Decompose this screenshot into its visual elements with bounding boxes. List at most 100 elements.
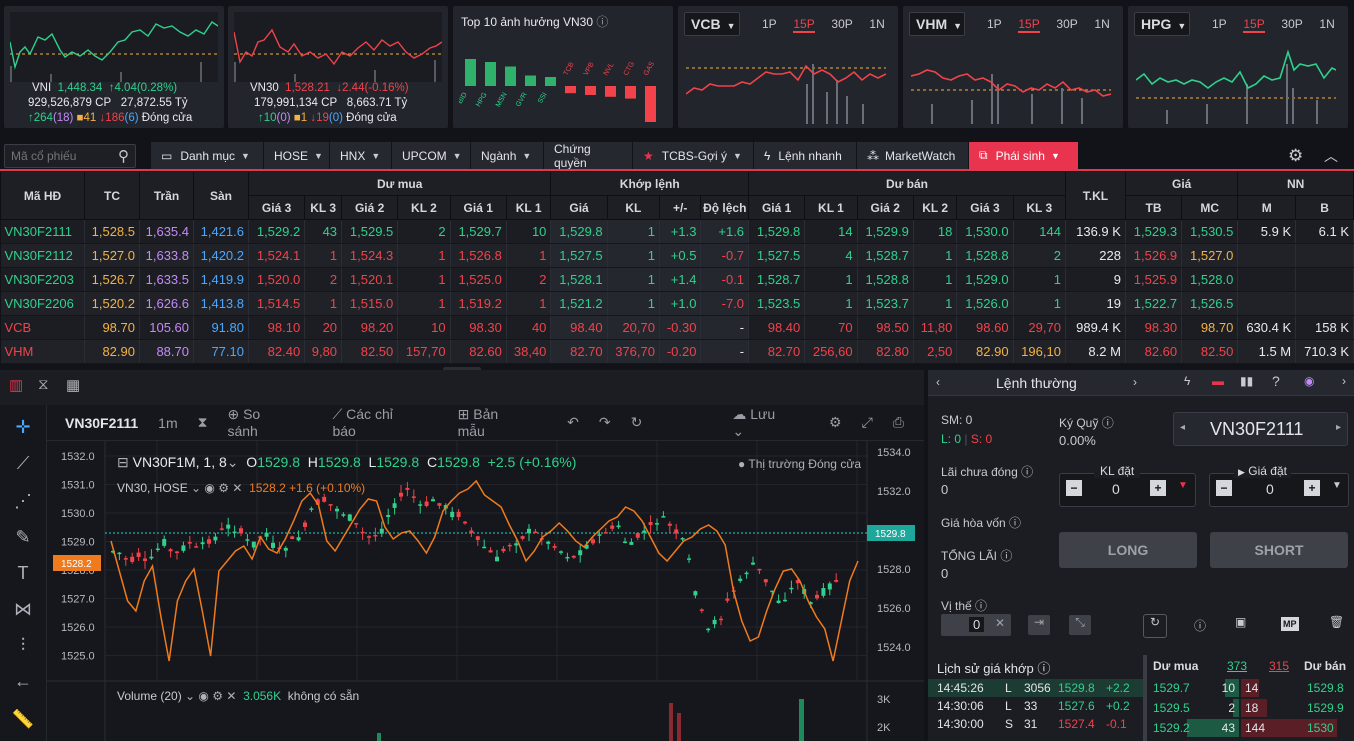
menu-chung-quyen[interactable]: Chứng quyền [544, 142, 633, 170]
menu-lenh-nhanh[interactable]: ϟ Lệnh nhanh [754, 142, 857, 169]
col-san[interactable]: Sàn [193, 171, 249, 220]
col-sub-header[interactable]: KL 3 [1012, 195, 1066, 220]
order-type-title[interactable]: Lệnh thường [996, 375, 1077, 391]
bar-chart-icon[interactable]: ▦ [66, 376, 80, 394]
fib-tool-icon[interactable]: ⋰ [8, 491, 38, 512]
tf-1p[interactable]: 1P [987, 17, 1002, 31]
col-sub-header[interactable]: MC [1181, 195, 1239, 220]
delete-trash-icon[interactable]: 🗑 [1329, 615, 1344, 629]
tf-1n[interactable]: 1N [869, 17, 884, 31]
position-input[interactable]: 0 ✕ [941, 614, 1011, 636]
col-sub-header[interactable]: Giá 2 [856, 195, 914, 220]
col-sub-header[interactable]: Giá 3 [247, 195, 306, 220]
mini-chart-hpg[interactable]: HPG ▼ 1P 15P 30P 1N [1128, 6, 1348, 128]
settings-gear-icon[interactable]: ⚙ [1288, 146, 1303, 166]
col-sub-header[interactable]: KL 1 [804, 195, 858, 220]
menu-danh-muc[interactable]: ▭ Danh mục ▼ [151, 142, 264, 169]
col-tc[interactable]: TC [84, 171, 140, 220]
tf-15p[interactable]: 15P [1018, 17, 1040, 33]
vni-index-box[interactable]: VNI 1,448.34 ↑4.04(0.28%) 929,526,879 CP… [4, 6, 224, 128]
col-sub-header[interactable]: KL [606, 195, 660, 220]
tf-1p[interactable]: 1P [762, 17, 777, 31]
refresh-icon[interactable]: ↻ [1143, 614, 1167, 638]
symbol-cell[interactable]: VN30F2111 [0, 219, 85, 244]
collapse-legend-icon[interactable]: ⊟ [117, 454, 129, 470]
line-chart-icon[interactable]: ⧖ [38, 376, 49, 393]
menu-tcbs-goi-y[interactable]: ★ TCBS-Gợi ý ▼ [633, 142, 754, 169]
col-sub-header[interactable]: KL 3 [304, 195, 343, 220]
quantity-stepper[interactable]: − 0 + ▼ [1059, 473, 1196, 507]
refresh-icon[interactable]: ↻ [631, 414, 643, 431]
collapse-right-icon[interactable]: › [1342, 374, 1346, 388]
col-sub-header[interactable]: Giá 3 [956, 195, 1014, 220]
col-sub-header[interactable]: +/- [658, 195, 702, 220]
table-row[interactable]: VCB 98.70 105.60 91.80 98.10 20 98.20 10 98.30 40… [0, 315, 1354, 340]
undo-icon[interactable]: ↶ [567, 414, 579, 431]
tf-15p[interactable]: 15P [1243, 17, 1265, 33]
menu-upcom[interactable]: UPCOM ▼ [392, 142, 471, 169]
indicators-button[interactable]: ⟋ Các chỉ báo [332, 406, 437, 439]
col-sub-header[interactable]: M [1237, 195, 1297, 220]
order-symbol-field[interactable]: ◂ VN30F2111 ▸ [1173, 412, 1348, 446]
price-stepper[interactable]: − 0 + ▼ [1209, 473, 1349, 507]
quick-order-icon[interactable]: ϟ [1184, 374, 1190, 388]
chart-timeframe[interactable]: 1m [158, 415, 177, 431]
condition-order-icon[interactable]: ▣ [1235, 615, 1246, 629]
symbol-cell[interactable]: VHM [0, 339, 85, 364]
collapse-chevron-up-icon[interactable]: ︿ [1324, 146, 1338, 166]
col-sub-header[interactable]: KL 1 [505, 195, 552, 220]
col-tkl[interactable]: T.KL [1064, 171, 1126, 220]
col-sub-header[interactable]: Giá 1 [449, 195, 507, 220]
chart-symbol[interactable]: VN30F2111 [65, 415, 138, 431]
card-icon[interactable]: ▬ [1212, 374, 1224, 388]
chart-settings-gear-icon[interactable]: ⚙ [829, 414, 842, 431]
table-row[interactable]: VN30F2111 1,528.5 1,635.4 1,421.6 1,529.2 43 1… [0, 219, 1354, 244]
mini-chart-vhm[interactable]: VHM ▼ 1P 15P 30P 1N [903, 6, 1123, 128]
info-icon[interactable]: ⓘ [596, 15, 608, 29]
trendline-icon[interactable]: ⟋ [8, 453, 38, 474]
fullscreen-icon[interactable]: ⤢ [862, 414, 873, 431]
brush-icon[interactable]: ✎ [8, 527, 38, 548]
col-sub-header[interactable]: B [1295, 195, 1354, 220]
col-tran[interactable]: Trần [139, 171, 194, 220]
screenshot-camera-icon[interactable]: ⎙ [893, 414, 904, 431]
panel-next-icon[interactable]: › [1133, 375, 1137, 389]
symbol-select[interactable]: VCB ▼ [684, 12, 740, 36]
tf-1n[interactable]: 1N [1094, 17, 1109, 31]
template-button[interactable]: ⊞ Bản mẫu [458, 406, 548, 439]
panel-prev-icon[interactable]: ‹ [936, 375, 940, 389]
menu-marketwatch[interactable]: ⁂ MarketWatch [857, 142, 969, 169]
col-sub-header[interactable]: KL 2 [912, 195, 958, 220]
back-arrow-icon[interactable]: ← [8, 671, 38, 692]
col-sub-header[interactable]: TB [1124, 195, 1183, 220]
col-sub-header[interactable]: Giá [550, 195, 608, 220]
mini-chart-vcb[interactable]: VCB ▼ 1P 15P 30P 1N [678, 6, 898, 128]
crosshair-icon[interactable]: ✛ [8, 417, 38, 438]
col-sub-header[interactable]: Độ lệch [700, 195, 750, 220]
long-button[interactable]: LONG [1059, 532, 1197, 568]
text-tool-icon[interactable]: T [8, 563, 38, 584]
table-row[interactable]: VHM 82.90 88.70 77.10 82.40 9,80 82.50 157,70 82… [0, 339, 1354, 364]
table-row[interactable]: VN30F2206 1,520.2 1,626.6 1,413.8 1,514.5 1 1,… [0, 291, 1354, 316]
ruler-icon[interactable]: 📏 [8, 709, 38, 730]
candle-chart-icon[interactable]: ▥ [9, 376, 23, 394]
search-icon[interactable]: ⚲ [118, 147, 129, 165]
close-position-icon[interactable]: ⇥ [1028, 615, 1050, 635]
layout-icon[interactable]: ▮▮ [1240, 374, 1253, 388]
save-layout-button[interactable]: ☁ Lưu ⌄ [732, 406, 809, 440]
tf-30p[interactable]: 30P [831, 17, 852, 31]
col-sub-header[interactable]: KL 2 [397, 195, 451, 220]
symbol-select[interactable]: VHM ▼ [909, 12, 965, 36]
redo-icon[interactable]: ↷ [599, 414, 611, 431]
short-button[interactable]: SHORT [1210, 532, 1348, 568]
menu-hose[interactable]: HOSE ▼ [264, 142, 330, 169]
tf-1n[interactable]: 1N [1319, 17, 1334, 31]
menu-hnx[interactable]: HNX ▼ [330, 142, 392, 169]
col-sub-header[interactable]: Giá 1 [748, 195, 806, 220]
pattern-icon[interactable]: ⋈ [8, 599, 38, 620]
symbol-cell[interactable]: VN30F2203 [0, 267, 85, 292]
vn30-index-box[interactable]: VN30 1,528.21 ↓2.44(-0.16%) 179,991,134 … [228, 6, 448, 128]
help-icon[interactable]: ? [1272, 373, 1280, 389]
tf-30p[interactable]: 30P [1056, 17, 1077, 31]
measure-icon[interactable]: ⫶ [8, 635, 38, 656]
